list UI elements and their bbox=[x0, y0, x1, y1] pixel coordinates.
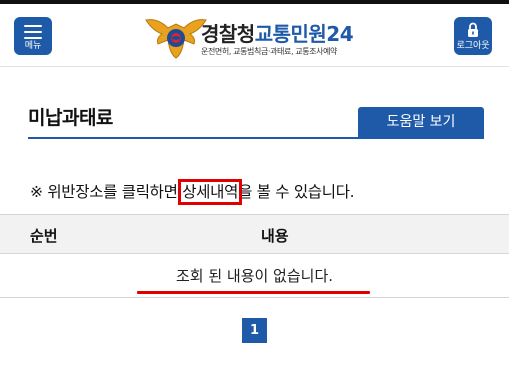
column-header-number: 순번 bbox=[30, 227, 58, 245]
title-divider bbox=[28, 137, 484, 139]
notice-highlight: 상세내역 bbox=[178, 179, 243, 205]
app-header: 메뉴 경찰청교통민원24 운전면허, 교통범칙금·과태료, 교통조사예약 로그아… bbox=[0, 4, 509, 67]
table-header: 순번 내용 bbox=[0, 214, 509, 254]
brand-title[interactable]: 경찰청교통민원24 bbox=[201, 18, 354, 47]
help-button[interactable]: 도움말 보기 bbox=[358, 107, 484, 137]
page-title: 미납과태료 bbox=[28, 107, 113, 129]
logout-button[interactable]: 로그아웃 bbox=[454, 17, 492, 55]
police-emblem-logo bbox=[145, 19, 207, 59]
notice-text: ※ 위반장소를 클릭하면 상세내역을 볼 수 있습니다. bbox=[30, 179, 355, 205]
notice-prefix: ※ 위반장소를 클릭하면 bbox=[30, 183, 183, 201]
menu-button[interactable]: 메뉴 bbox=[14, 17, 52, 55]
brand-title-main: 경찰청 bbox=[201, 22, 255, 46]
lock-icon bbox=[468, 22, 478, 37]
brand-title-accent: 교통민원24 bbox=[254, 22, 354, 46]
page-button-1[interactable]: 1 bbox=[242, 318, 267, 343]
logout-button-label: 로그아웃 bbox=[456, 41, 490, 51]
brand-subtitle: 운전면허, 교통범칙금·과태료, 교통조사예약 bbox=[201, 47, 337, 56]
annotation-underline bbox=[137, 291, 370, 294]
notice-suffix: 을 볼 수 있습니다. bbox=[238, 183, 355, 201]
empty-message: 조회 된 내용이 없습니다. bbox=[175, 267, 334, 285]
menu-button-label: 메뉴 bbox=[24, 41, 42, 51]
column-header-content: 내용 bbox=[261, 227, 289, 245]
